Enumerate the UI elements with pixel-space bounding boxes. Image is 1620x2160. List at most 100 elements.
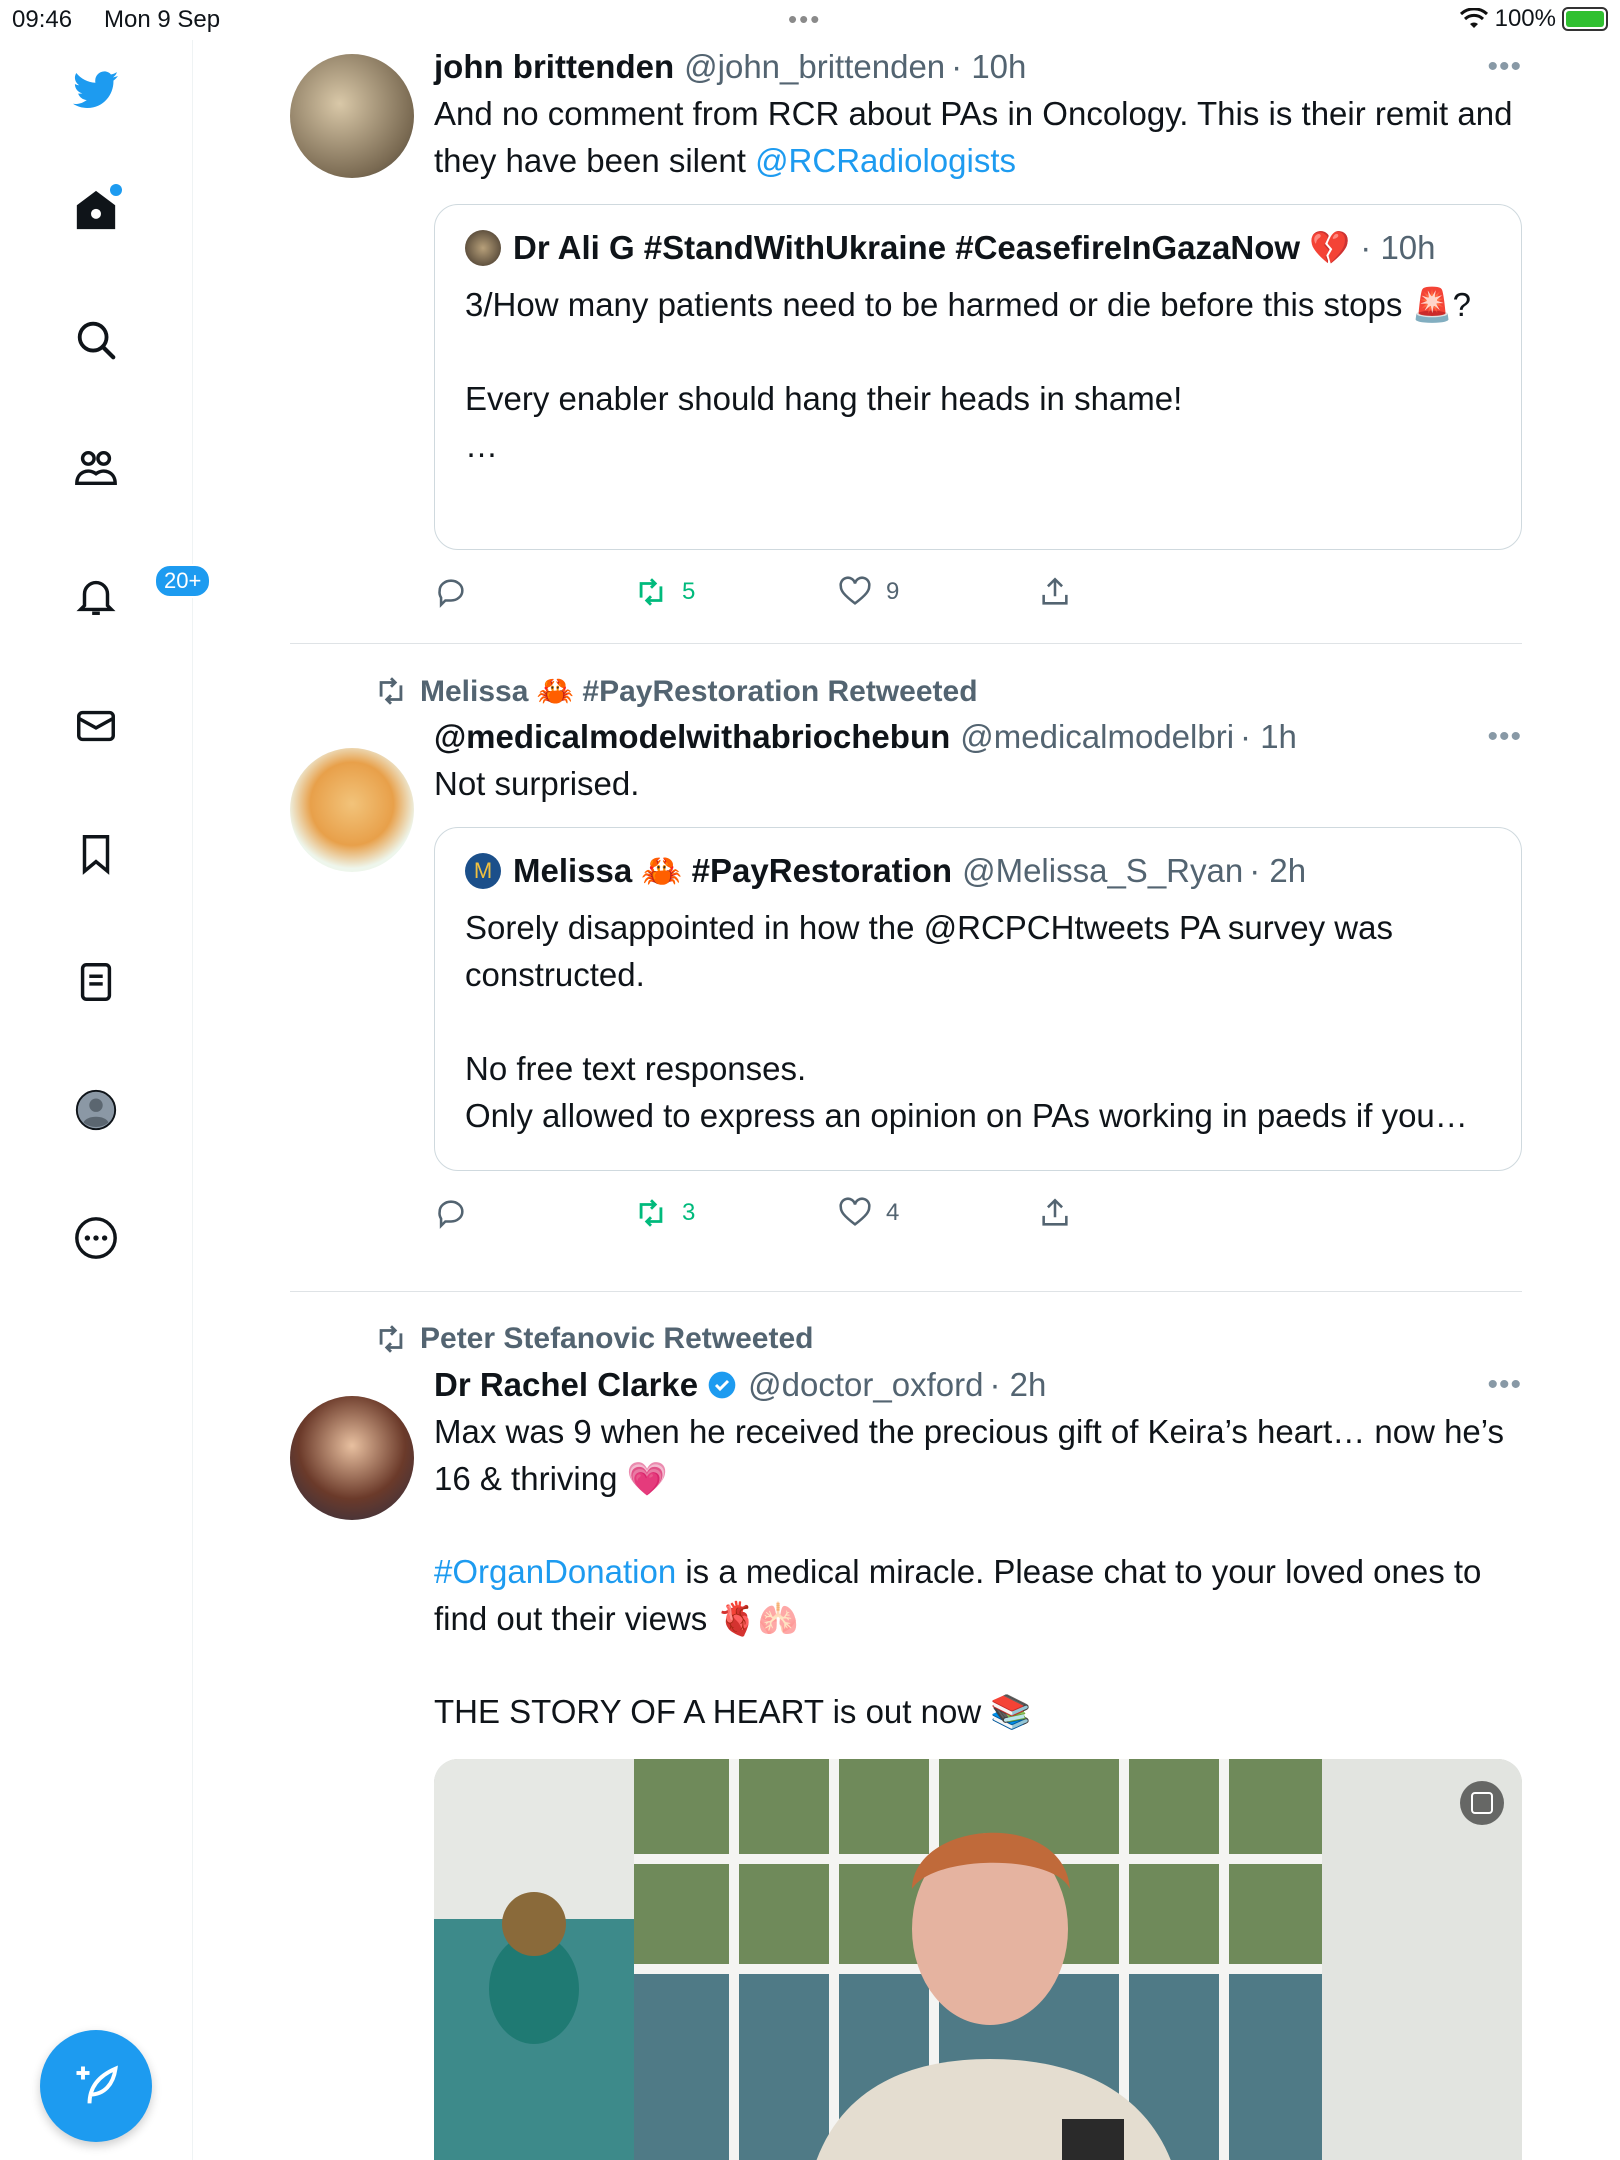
author-name[interactable]: Dr Rachel Clarke — [434, 1362, 698, 1408]
author-handle[interactable]: @john_brittenden — [684, 44, 945, 90]
tweet-text: And no comment from RCR about PAs in Onc… — [434, 90, 1522, 184]
tweet-time[interactable]: · 10h — [951, 44, 1026, 90]
tweet-actions: 3 4 — [434, 1171, 1522, 1255]
author-name[interactable]: @medicalmodelwithabriochebun — [434, 714, 950, 760]
more-options-icon[interactable]: ••• — [1487, 1362, 1522, 1408]
retweet-count: 3 — [682, 1199, 696, 1226]
home-unread-dot — [110, 184, 122, 196]
tweet-actions: 5 9 — [434, 550, 1522, 634]
author-name[interactable]: john brittenden — [434, 44, 674, 90]
compose-tweet-button[interactable] — [40, 2030, 152, 2142]
notifications-icon[interactable]: 20+ — [66, 564, 212, 626]
verified-badge-icon — [708, 1371, 736, 1399]
bookmarks-icon[interactable] — [66, 824, 126, 884]
retweet-button[interactable]: 5 — [634, 575, 695, 609]
tweet-text: Not surprised. — [434, 765, 640, 802]
like-count: 4 — [886, 1199, 900, 1226]
tweet-text-paragraph-1: Max was 9 when he received the precious … — [434, 1413, 1514, 1497]
tweet-text-paragraph-3: THE STORY OF A HEART is out now 📚 — [434, 1693, 1032, 1730]
like-button[interactable]: 9 — [838, 575, 899, 609]
retweet-icon — [639, 578, 663, 606]
status-date: Mon 9 Sep — [104, 6, 221, 33]
feather-plus-icon — [76, 2065, 118, 2104]
quote-time: · 10h — [1360, 229, 1436, 266]
lists-icon[interactable] — [66, 952, 126, 1012]
tweet-text-paragraph-2: #OrganDonation is a medical miracle. Ple… — [434, 1548, 1522, 1642]
quote-time: · 2h — [1249, 852, 1307, 889]
retweet-icon — [379, 1325, 403, 1353]
wifi-icon — [1459, 8, 1488, 28]
quote-author-handle: @Melissa_S_Ryan — [962, 852, 1244, 889]
sidebar: 20+ — [0, 40, 212, 2160]
reply-button[interactable] — [434, 575, 468, 609]
twitter-logo-icon[interactable] — [66, 60, 126, 120]
retweeted-by-label[interactable]: Peter Stefanovic Retweeted — [420, 1322, 813, 1356]
bird-icon — [73, 71, 119, 109]
more-options-icon[interactable]: ••• — [1487, 44, 1522, 90]
retweet-button[interactable]: 3 — [634, 1196, 695, 1230]
like-count: 9 — [886, 578, 900, 605]
more-options-icon[interactable]: ••• — [1487, 714, 1522, 760]
tweet[interactable]: Peter Stefanovic Retweeted Dr Rachel Cla… — [290, 1316, 1522, 2160]
author-handle[interactable]: @medicalmodelbri — [960, 714, 1234, 760]
magnifier-icon — [77, 321, 116, 360]
avatar[interactable] — [290, 54, 414, 178]
retweet-count: 5 — [682, 578, 696, 605]
communities-icon[interactable] — [66, 438, 126, 498]
share-button[interactable] — [1038, 575, 1072, 609]
share-button[interactable] — [1038, 1196, 1072, 1230]
quote-text: 3/How many patients need to be harmed or… — [465, 286, 1471, 464]
like-button[interactable]: 4 — [838, 1196, 899, 1230]
avatar[interactable] — [290, 748, 414, 872]
quote-text: Sorely disappointed in how the @RCPCHtwe… — [465, 909, 1468, 1134]
retweeted-by: Peter Stefanovic Retweeted — [374, 1316, 1522, 1362]
reply-icon — [438, 579, 464, 608]
search-icon[interactable] — [66, 310, 126, 370]
battery-percent: 100% — [1494, 5, 1556, 32]
multitask-dots-icon[interactable]: ••• — [788, 4, 821, 35]
video-player[interactable] — [434, 1759, 1522, 2160]
battery-icon — [1562, 7, 1608, 31]
profile-icon[interactable] — [66, 1080, 126, 1140]
share-icon — [1042, 577, 1068, 605]
retweeted-by: Melissa 🦀 #PayRestoration Retweeted — [374, 668, 1522, 714]
avatar-icon — [75, 1089, 117, 1131]
video-thumbnail — [434, 1759, 1522, 2160]
people-icon — [75, 450, 117, 486]
timeline: john brittenden @john_brittenden · 10h •… — [290, 40, 1522, 2160]
bell-icon — [76, 580, 116, 615]
quote-avatar: M — [465, 853, 501, 889]
retweet-icon — [379, 677, 403, 705]
tweet[interactable]: john brittenden @john_brittenden · 10h •… — [290, 44, 1522, 644]
reply-button[interactable] — [434, 1196, 468, 1230]
quoted-tweet[interactable]: Dr Ali G #StandWithUkraine #CeasefireInG… — [434, 204, 1522, 550]
bookmark-icon — [82, 835, 110, 875]
status-time: 09:46 — [12, 6, 73, 33]
share-icon — [1042, 1198, 1068, 1226]
status-right: 100% — [1459, 5, 1608, 33]
tweet[interactable]: Melissa 🦀 #PayRestoration Retweeted @med… — [290, 668, 1522, 1292]
ellipsis-circle-icon — [75, 1217, 117, 1259]
quoted-tweet[interactable]: M Melissa 🦀 #PayRestoration @Melissa_S_R… — [434, 827, 1522, 1171]
hashtag-link[interactable]: #OrganDonation — [434, 1553, 676, 1590]
more-icon[interactable] — [66, 1208, 126, 1268]
retweeted-by-label[interactable]: Melissa 🦀 #PayRestoration Retweeted — [420, 674, 978, 709]
quote-avatar — [465, 230, 501, 266]
home-icon[interactable] — [66, 180, 126, 240]
tweet-time[interactable]: · 1h — [1240, 714, 1297, 760]
heart-icon — [839, 1197, 871, 1226]
status-bar: 09:46 Mon 9 Sep ••• 100% — [0, 0, 1620, 40]
tweet-time[interactable]: · 2h — [989, 1362, 1046, 1408]
envelope-icon — [77, 710, 115, 742]
author-handle[interactable]: @doctor_oxford — [748, 1362, 983, 1408]
list-icon — [80, 963, 112, 1001]
retweet-icon — [639, 1199, 663, 1227]
messages-icon[interactable] — [66, 696, 126, 756]
reply-icon — [438, 1200, 464, 1229]
quote-author-name: Melissa 🦀 #PayRestoration — [513, 852, 953, 889]
quote-author-name: Dr Ali G #StandWithUkraine #CeasefireInG… — [513, 229, 1351, 266]
mention-link[interactable]: @RCRadiologists — [755, 142, 1016, 179]
avatar[interactable] — [290, 1396, 414, 1520]
heart-icon — [839, 576, 871, 605]
notifications-badge: 20+ — [154, 564, 212, 598]
